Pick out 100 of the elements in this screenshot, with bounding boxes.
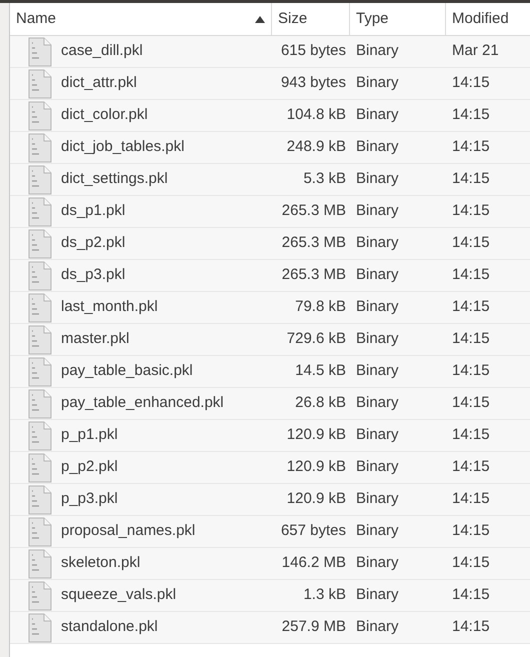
- binary-file-icon: [28, 356, 52, 386]
- modified-date: 14:15: [452, 266, 490, 284]
- file-size: 729.6 kB: [286, 329, 346, 350]
- modified-date: 14:15: [452, 618, 490, 636]
- binary-file-icon: [28, 548, 52, 578]
- file-size: 26.8 kB: [295, 393, 346, 414]
- file-type: Binary: [356, 618, 399, 636]
- modified-date: 14:15: [452, 490, 490, 508]
- file-type: Binary: [356, 394, 399, 412]
- file-row[interactable]: dict_attr.pkl 943 bytes Binary 14:15: [10, 68, 530, 100]
- file-size: 79.8 kB: [295, 297, 346, 318]
- file-row[interactable]: dict_settings.pkl 5.3 kB Binary 14:15: [10, 164, 530, 196]
- file-row[interactable]: dict_color.pkl 104.8 kB Binary 14:15: [10, 100, 530, 132]
- file-row[interactable]: last_month.pkl 79.8 kB Binary 14:15: [10, 292, 530, 324]
- file-type: Binary: [356, 74, 399, 92]
- file-row[interactable]: ds_p3.pkl 265.3 MB Binary 14:15: [10, 260, 530, 292]
- binary-file-icon: [28, 452, 52, 482]
- file-row[interactable]: dict_job_tables.pkl 248.9 kB Binary 14:15: [10, 132, 530, 164]
- modified-date: 14:15: [452, 458, 490, 476]
- file-name: pay_table_enhanced.pkl: [61, 393, 224, 414]
- modified-date: 14:15: [452, 522, 490, 540]
- file-row[interactable]: standalone.pkl 257.9 MB Binary 14:15: [10, 612, 530, 644]
- file-row[interactable]: pay_table_enhanced.pkl 26.8 kB Binary 14:15: [10, 388, 530, 420]
- file-size: 265.3 MB: [282, 265, 346, 286]
- binary-file-icon: [28, 132, 52, 162]
- modified-date: 14:15: [452, 362, 490, 380]
- file-size: 1.3 kB: [303, 585, 346, 606]
- binary-file-icon: [28, 612, 52, 642]
- file-type: Binary: [356, 202, 399, 220]
- file-row[interactable]: ds_p2.pkl 265.3 MB Binary 14:15: [10, 228, 530, 260]
- modified-date: 14:15: [452, 330, 490, 348]
- file-row[interactable]: p_p3.pkl 120.9 kB Binary 14:15: [10, 484, 530, 516]
- file-size: 657 bytes: [280, 521, 346, 542]
- binary-file-icon: [28, 228, 52, 258]
- file-size: 120.9 kB: [286, 425, 346, 446]
- file-name: dict_settings.pkl: [61, 169, 168, 190]
- file-size: 265.3 MB: [282, 201, 346, 222]
- binary-file-icon: [28, 100, 52, 130]
- binary-file-icon: [28, 196, 52, 226]
- file-row[interactable]: master.pkl 729.6 kB Binary 14:15: [10, 324, 530, 356]
- modified-date: 14:15: [452, 298, 490, 316]
- file-type: Binary: [356, 266, 399, 284]
- file-row[interactable]: squeeze_vals.pkl 1.3 kB Binary 14:15: [10, 580, 530, 612]
- file-size: 104.8 kB: [286, 105, 346, 126]
- file-type: Binary: [356, 234, 399, 252]
- column-header[interactable]: Modified: [446, 3, 530, 35]
- file-row[interactable]: ds_p1.pkl 265.3 MB Binary 14:15: [10, 196, 530, 228]
- file-name: squeeze_vals.pkl: [61, 585, 176, 606]
- file-row[interactable]: skeleton.pkl 146.2 MB Binary 14:15: [10, 548, 530, 580]
- file-row[interactable]: p_p2.pkl 120.9 kB Binary 14:15: [10, 452, 530, 484]
- file-size: 615 bytes: [280, 41, 346, 62]
- modified-date: 14:15: [452, 106, 490, 124]
- file-type: Binary: [356, 554, 399, 572]
- file-name: pay_table_basic.pkl: [61, 361, 193, 382]
- file-name: ds_p3.pkl: [61, 265, 126, 286]
- file-type: Binary: [356, 586, 399, 604]
- file-type: Binary: [356, 362, 399, 380]
- binary-file-icon: [28, 484, 52, 514]
- column-header[interactable]: Type: [350, 3, 446, 35]
- file-size: 257.9 MB: [282, 617, 346, 638]
- file-size: 14.5 kB: [295, 361, 346, 382]
- file-row[interactable]: proposal_names.pkl 657 bytes Binary 14:15: [10, 516, 530, 548]
- file-row[interactable]: p_p1.pkl 120.9 kB Binary 14:15: [10, 420, 530, 452]
- file-name: dict_job_tables.pkl: [61, 137, 184, 158]
- file-type: Binary: [356, 106, 399, 124]
- binary-file-icon: [28, 292, 52, 322]
- file-size: 943 bytes: [280, 73, 346, 94]
- modified-date: 14:15: [452, 234, 490, 252]
- file-type: Binary: [356, 522, 399, 540]
- file-name: skeleton.pkl: [61, 553, 140, 574]
- file-name: proposal_names.pkl: [61, 521, 196, 542]
- column-header[interactable]: Name: [10, 3, 272, 35]
- file-name: last_month.pkl: [61, 297, 158, 318]
- file-type: Binary: [356, 458, 399, 476]
- binary-file-icon: [28, 260, 52, 290]
- file-name: dict_color.pkl: [61, 105, 148, 126]
- file-row[interactable]: case_dill.pkl 615 bytes Binary Mar 21: [10, 36, 530, 68]
- file-size: 265.3 MB: [282, 233, 346, 254]
- modified-date: 14:15: [452, 138, 490, 156]
- file-size: 120.9 kB: [286, 457, 346, 478]
- modified-date: Mar 21: [452, 42, 499, 60]
- file-row[interactable]: pay_table_basic.pkl 14.5 kB Binary 14:15: [10, 356, 530, 388]
- modified-date: 14:15: [452, 202, 490, 220]
- file-size: 146.2 MB: [282, 553, 346, 574]
- binary-file-icon: [28, 516, 52, 546]
- modified-date: 14:15: [452, 586, 490, 604]
- file-name: p_p2.pkl: [61, 457, 118, 478]
- modified-date: 14:15: [452, 426, 490, 444]
- file-name: p_p3.pkl: [61, 489, 118, 510]
- binary-file-icon: [28, 68, 52, 98]
- file-name: case_dill.pkl: [61, 41, 143, 62]
- file-type: Binary: [356, 298, 399, 316]
- binary-file-icon: [28, 420, 52, 450]
- file-name: master.pkl: [61, 329, 130, 350]
- file-type: Binary: [356, 42, 399, 60]
- file-name: ds_p1.pkl: [61, 201, 126, 222]
- file-type: Binary: [356, 490, 399, 508]
- file-type: Binary: [356, 426, 399, 444]
- binary-file-icon: [28, 388, 52, 418]
- column-header[interactable]: Size: [272, 3, 350, 35]
